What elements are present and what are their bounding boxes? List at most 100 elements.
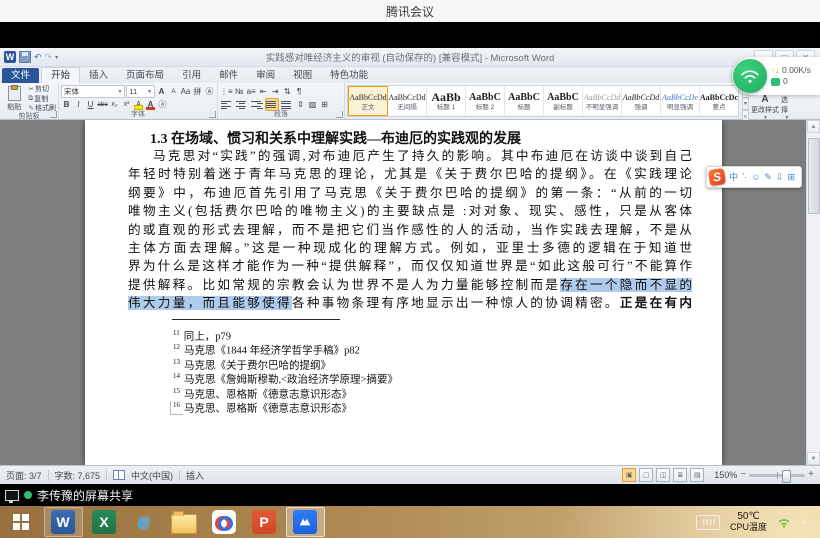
qat-dropdown-icon[interactable]: ▾ (55, 54, 58, 61)
phonetic-guide-button[interactable]: 拼 (192, 86, 203, 97)
zoom-slider-thumb[interactable] (782, 470, 791, 483)
superscript-button[interactable]: x² (121, 99, 132, 110)
bullets-icon[interactable]: ⋮≡ (220, 86, 233, 97)
taskbar-item-rings-app[interactable] (206, 508, 243, 536)
grow-font-button[interactable]: A (156, 86, 167, 97)
document-page[interactable]: 1.3 在场域、惯习和关系中理解实践—布迪厄的实践观的发展 马克思对“实践”的强… (85, 120, 722, 465)
sogou-logo-icon[interactable]: S (708, 168, 726, 186)
paragraph-dialog-launcher[interactable] (336, 111, 343, 118)
style-title[interactable]: AaBbC 标题 (505, 86, 544, 116)
redo-icon[interactable]: ↷ (45, 52, 53, 62)
text-highlight-button[interactable]: A (133, 99, 144, 110)
shading-icon[interactable]: ▨ (307, 99, 318, 110)
pilcrow-icon[interactable]: ¶ (294, 86, 305, 97)
gallery-down-icon[interactable]: ▼ (742, 98, 749, 111)
justify-button[interactable] (265, 98, 279, 112)
clipboard-dialog-launcher[interactable] (50, 111, 57, 118)
tray-wifi-icon[interactable] (777, 517, 791, 528)
draft-view-button[interactable]: ▤ (690, 468, 704, 482)
start-button[interactable] (0, 506, 42, 538)
style-emphasis[interactable]: AaBbCcDd 强调 (622, 86, 661, 116)
emoji-icon[interactable]: ☺ (751, 172, 760, 182)
cut-button[interactable]: ✂剪切 (29, 85, 56, 94)
fullscreen-view-button[interactable]: ▢ (639, 468, 653, 482)
taskbar-item-powerpoint[interactable]: P (246, 508, 283, 536)
strikethrough-button[interactable]: abc (97, 99, 108, 110)
pen-icon[interactable]: ✎ (764, 172, 772, 182)
taskbar-item-excel[interactable]: X (86, 508, 123, 536)
subscript-button[interactable]: x₂ (109, 99, 120, 110)
style-no-spacing[interactable]: AaBbCcDd 无间隔 (388, 86, 427, 116)
taskbar-item-word[interactable]: W (44, 507, 83, 537)
outline-view-button[interactable]: ≣ (673, 468, 687, 482)
proofing-icon[interactable] (113, 470, 125, 480)
sort-icon[interactable]: ⇅ (282, 86, 293, 97)
character-shading-button[interactable]: ⓐ (157, 99, 168, 110)
tab-file[interactable]: 文件 (2, 68, 39, 83)
tab-references[interactable]: 引用 (173, 68, 210, 83)
character-border-button[interactable]: Ⓐ (204, 86, 215, 97)
sogou-input-bar[interactable]: S 中 ʼ· ☺ ✎ ⇩ ⊞ (706, 166, 802, 188)
undo-icon[interactable]: ↶ (34, 52, 42, 62)
underline-button[interactable]: U (85, 99, 96, 110)
font-dialog-launcher[interactable] (209, 111, 216, 118)
numbering-icon[interactable]: № (234, 86, 245, 97)
vertical-scrollbar[interactable]: ▲ ▼ (806, 120, 820, 465)
scrollbar-thumb[interactable] (808, 138, 820, 214)
web-layout-view-button[interactable]: ◫ (656, 468, 670, 482)
shrink-font-button[interactable]: A (168, 86, 179, 97)
scroll-up-icon[interactable]: ▲ (807, 120, 820, 133)
toolbox-icon[interactable]: ⊞ (787, 172, 795, 182)
bold-button[interactable]: B (61, 99, 72, 110)
touch-keyboard-icon[interactable] (696, 515, 720, 530)
page-indicator[interactable]: 页面: 3/7 (6, 469, 42, 482)
word-count[interactable]: 字数: 7,675 (55, 469, 101, 482)
style-heading2[interactable]: AaBbC 标题 2 (466, 86, 505, 116)
tab-insert[interactable]: 插入 (80, 68, 117, 83)
tab-mailings[interactable]: 邮件 (210, 68, 247, 83)
line-spacing-icon[interactable]: ⇕ (295, 99, 306, 110)
scroll-down-icon[interactable]: ▼ (807, 452, 820, 465)
paste-button[interactable]: 粘贴 (2, 85, 27, 113)
increase-indent-icon[interactable]: ⇥ (270, 86, 281, 97)
borders-icon[interactable]: ⊞ (319, 99, 330, 110)
style-strong[interactable]: AaBbCcDc 要点 (700, 86, 738, 116)
zoom-in-button[interactable]: + (808, 470, 814, 480)
insert-mode[interactable]: 插入 (186, 469, 204, 482)
zoom-slider[interactable] (749, 474, 805, 477)
network-status-overlay[interactable]: ↑↓0.00K/s 0 (732, 57, 820, 95)
chinese-mode-icon[interactable]: 中 (729, 172, 738, 182)
zoom-out-button[interactable]: − (740, 470, 746, 480)
taskbar-item-meeting[interactable] (286, 507, 325, 537)
style-heading1[interactable]: AaBb 标题 1 (427, 86, 466, 116)
style-subtitle[interactable]: AaBbC 副标题 (544, 86, 583, 116)
distribute-button[interactable] (280, 98, 294, 111)
taskbar-item-explorer[interactable] (166, 508, 203, 536)
tab-special-features[interactable]: 特色功能 (321, 68, 377, 83)
keyboard-down-icon[interactable]: ⇩ (776, 172, 784, 182)
wifi-icon[interactable] (733, 59, 767, 93)
align-right-button[interactable] (250, 98, 264, 111)
tab-page-layout[interactable]: 页面布局 (117, 68, 173, 83)
taskbar-item-ie[interactable]: e (126, 508, 163, 536)
align-left-button[interactable] (220, 98, 234, 111)
copy-button[interactable]: ⧉复制 (29, 95, 56, 104)
save-icon[interactable] (19, 51, 31, 63)
style-subtle-emphasis[interactable]: AaBbCcDd 不明显强调 (583, 86, 622, 116)
align-center-button[interactable] (235, 98, 249, 111)
style-normal[interactable]: AaBbCcDd 正文 (348, 86, 388, 116)
multilevel-list-icon[interactable]: a≡ (246, 86, 257, 97)
font-family-select[interactable]: 宋体▼ (61, 85, 125, 98)
font-size-select[interactable]: 11▼ (126, 85, 155, 98)
font-color-button[interactable]: A (145, 99, 156, 110)
tab-home[interactable]: 开始 (41, 67, 80, 83)
language-indicator[interactable]: 中文(中国) (131, 469, 173, 482)
tab-view[interactable]: 视图 (284, 68, 321, 83)
tray-expand-icon[interactable]: ▲ (801, 519, 808, 526)
tab-review[interactable]: 审阅 (247, 68, 284, 83)
zoom-level[interactable]: 150% (714, 470, 737, 480)
change-case-button[interactable]: Aa (180, 86, 191, 97)
decrease-indent-icon[interactable]: ⇤ (258, 86, 269, 97)
punctuation-icon[interactable]: ʼ· (742, 172, 747, 182)
style-intense-emphasis[interactable]: AaBbCcDe 明显强调 (661, 86, 700, 116)
